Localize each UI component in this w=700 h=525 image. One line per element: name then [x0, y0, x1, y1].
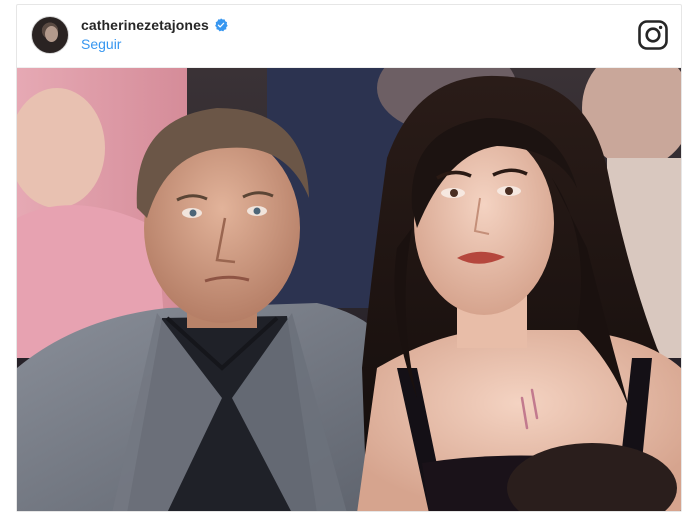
follow-button[interactable]: Seguir [81, 36, 228, 52]
post-header: catherinezetajones Seguir [17, 5, 681, 68]
instagram-embed-card: catherinezetajones Seguir [16, 4, 682, 512]
username-link[interactable]: catherinezetajones [81, 17, 209, 33]
post-photo[interactable] [17, 68, 681, 511]
profile-avatar[interactable] [31, 16, 69, 54]
username-row: catherinezetajones [81, 17, 228, 33]
instagram-icon[interactable] [637, 19, 669, 51]
user-block: catherinezetajones Seguir [81, 17, 228, 52]
verified-badge-icon [214, 18, 228, 32]
avatar-face [45, 26, 58, 42]
photo-illustration [17, 68, 681, 511]
